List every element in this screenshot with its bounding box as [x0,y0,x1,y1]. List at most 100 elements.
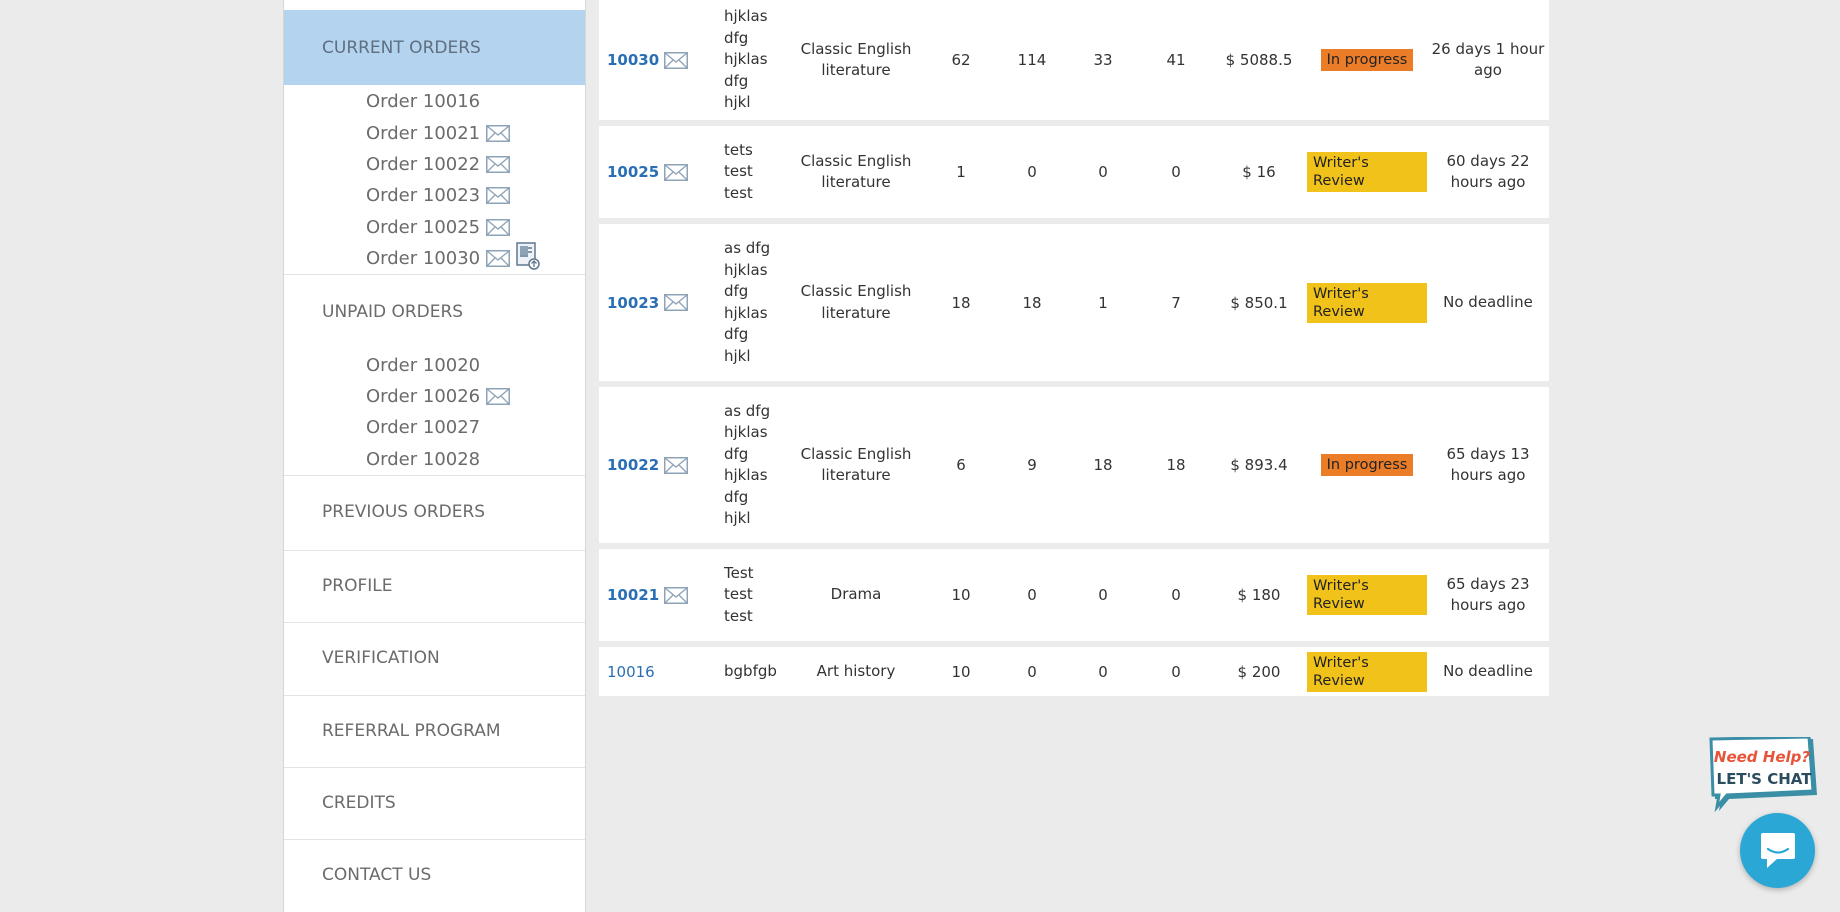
status-cell: Writer's Review [1307,647,1427,696]
nav-unpaid-orders[interactable]: UNPAID ORDERS [284,275,585,325]
order-price: $ 200 [1237,662,1281,681]
order-id-link[interactable]: 10023 [607,294,659,312]
table-row: 10030 hjklas dfg hjklas dfg hjkl Classic… [599,0,1549,120]
sidebar: CURRENT ORDERS Order 10016 Order 10021 O… [283,0,586,912]
order-count-2: 0 [1027,163,1037,181]
order-count-2: 0 [1027,586,1037,604]
order-count-2: 0 [1027,662,1037,681]
order-price: $ 16 [1242,163,1276,181]
nav-credits-label: CREDITS [322,793,396,813]
order-subject: Classic English literature [800,39,912,80]
order-count-4: 7 [1171,293,1181,312]
nav-contact-us-label: CONTACT US [322,865,432,885]
sidebar-order-10025[interactable]: Order 10025 [366,214,511,240]
sidebar-order-10027[interactable]: Order 10027 [366,414,480,440]
order-count-4: 18 [1166,456,1186,474]
table-row: 10016 bgbfgb Art history 10 0 0 0 $ 200 … [599,647,1549,696]
file-upload-icon[interactable] [516,242,540,270]
order-count-3: 0 [1098,163,1108,181]
order-count-3: 0 [1098,662,1108,681]
sidebar-order-10023[interactable]: Order 10023 [366,182,511,208]
order-count-3: 0 [1098,586,1108,604]
envelope-icon[interactable] [664,586,689,604]
order-deadline: 65 days 13 hours ago [1446,444,1530,485]
order-price: $ 5088.5 [1225,51,1293,69]
sidebar-order-10026[interactable]: Order 10026 [366,383,511,409]
envelope-icon[interactable] [486,186,511,204]
envelope-icon[interactable] [486,218,511,236]
table-row: 10023 as dfg hjklas dfg hjklas dfg hjkl … [599,224,1549,381]
status-cell: In progress [1307,0,1427,120]
nav-previous-orders[interactable]: PREVIOUS ORDERS [284,476,585,550]
order-count-1: 18 [951,293,971,312]
order-id-link[interactable]: 10016 [607,663,655,681]
order-link-label: Order 10022 [366,153,481,175]
order-link-label: Order 10021 [366,122,481,144]
envelope-icon[interactable] [486,249,511,267]
order-link-label: Order 10028 [366,448,481,470]
status-cell: In progress [1307,387,1427,543]
order-count-2: 18 [1022,293,1042,312]
order-count-4: 0 [1171,163,1181,181]
nav-credits[interactable]: CREDITS [284,768,585,839]
order-id-link[interactable]: 10021 [607,586,659,604]
order-link-label: Order 10020 [366,354,481,376]
nav-verification[interactable]: VERIFICATION [284,623,585,695]
need-help-badge[interactable]: Need Help? LET'S CHAT [1709,735,1821,813]
chat-launcher-button[interactable] [1740,813,1815,888]
status-badge: Writer's Review [1307,152,1427,192]
order-count-1: 10 [951,586,971,604]
table-row: 10022 as dfg hjklas dfg hjklas dfg hjkl … [599,387,1549,543]
nav-unpaid-orders-label: UNPAID ORDERS [322,302,464,322]
envelope-icon[interactable] [664,163,689,181]
order-link-label: Order 10016 [366,90,481,112]
sidebar-order-10028[interactable]: Order 10028 [366,446,480,472]
order-count-1: 6 [956,456,966,474]
order-id-cell: 10021 [607,549,717,641]
order-price: $ 850.1 [1230,293,1288,312]
order-subject: Drama [830,585,882,604]
need-help-text: Need Help? [1714,748,1810,766]
sidebar-order-10022[interactable]: Order 10022 [366,151,511,177]
order-topic: as dfg hjklas dfg hjklas dfg hjkl [724,239,771,365]
status-cell: Writer's Review [1307,549,1427,641]
order-count-1: 62 [951,51,971,69]
lets-chat-text: LET'S CHAT [1717,770,1813,788]
order-subject: Classic English literature [800,282,912,322]
order-topic: bgbfgb [724,661,777,680]
sidebar-order-10030[interactable]: Order 10030 [366,242,540,271]
order-id-cell: 10016 [607,647,717,696]
order-topic: as dfg hjklas dfg hjklas dfg hjkl [724,401,771,528]
order-id-link[interactable]: 10022 [607,456,659,474]
nav-profile[interactable]: PROFILE [284,551,585,622]
status-badge: In progress [1320,49,1414,71]
order-topic: Test test test [724,563,754,625]
sidebar-order-10020[interactable]: Order 10020 [366,352,480,378]
order-link-label: Order 10030 [366,247,481,269]
order-id-cell: 10022 [607,387,717,543]
envelope-icon[interactable] [664,456,689,474]
nav-current-orders[interactable]: CURRENT ORDERS [284,10,585,85]
order-id-link[interactable]: 10025 [607,163,659,181]
envelope-icon[interactable] [486,387,511,405]
table-row: 10021 Test test test Drama 10 0 0 0 $ 18… [599,549,1549,641]
order-count-2: 114 [1017,51,1047,69]
sidebar-order-10016[interactable]: Order 10016 [366,88,480,114]
order-count-3: 33 [1093,51,1113,69]
nav-referral-program[interactable]: REFERRAL PROGRAM [284,696,585,767]
order-topic: hjklas dfg hjklas dfg hjkl [724,7,768,112]
order-link-label: Order 10026 [366,385,481,407]
envelope-icon[interactable] [664,51,689,69]
order-count-4: 41 [1166,51,1186,69]
envelope-icon[interactable] [664,294,689,311]
sidebar-order-10021[interactable]: Order 10021 [366,120,511,146]
order-deadline: No deadline [1443,661,1533,680]
order-subject: Classic English literature [800,444,912,485]
order-count-3: 1 [1098,293,1108,312]
envelope-icon[interactable] [486,124,511,142]
envelope-icon[interactable] [486,155,511,173]
nav-contact-us[interactable]: CONTACT US [284,840,585,912]
status-badge: Writer's Review [1307,651,1427,692]
order-id-link[interactable]: 10030 [607,51,659,69]
order-price: $ 893.4 [1230,456,1288,474]
